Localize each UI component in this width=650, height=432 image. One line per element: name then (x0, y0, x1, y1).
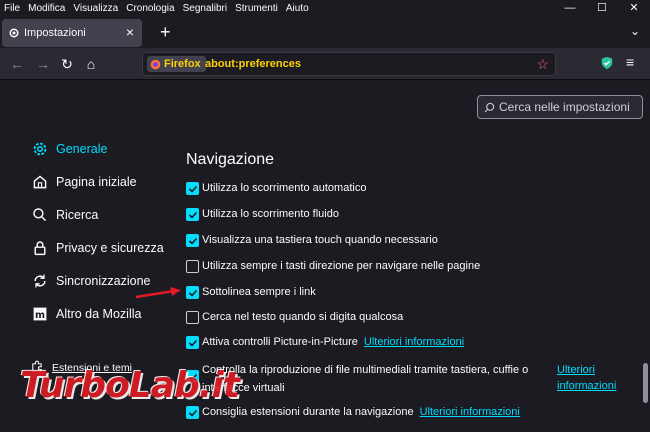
identity-box[interactable]: Firefox (147, 56, 206, 72)
shield-icon[interactable] (600, 56, 614, 70)
sidebar-item-pagina-iniziale[interactable]: Pagina iniziale (30, 170, 137, 194)
new-tab-icon[interactable]: + (160, 23, 171, 41)
option-sottolinea-link[interactable]: Sottolinea sempre i link (186, 285, 316, 300)
lock-icon (30, 238, 50, 258)
menu-file[interactable]: File (4, 3, 20, 14)
option-tasti-direzione[interactable]: Utilizza sempre i tasti direzione per na… (186, 259, 480, 274)
watermark-logo: TurboLab.it (20, 365, 240, 406)
checkbox[interactable] (186, 208, 199, 221)
firefox-icon (150, 59, 161, 69)
sidebar-item-label: Generale (56, 142, 108, 156)
gear-icon (30, 139, 50, 159)
option-label: Utilizza lo scorrimento automatico (202, 182, 367, 194)
url-bar[interactable]: Firefox about:preferences ☆ (142, 52, 556, 76)
checkbox[interactable] (186, 286, 199, 299)
tab-label: Impostazioni (24, 27, 86, 39)
sidebar-item-ricerca[interactable]: Ricerca (30, 203, 98, 227)
sidebar-item-sincronizzazione[interactable]: Sincronizzazione (30, 269, 151, 293)
option-label: Cerca nel testo quando si digita qualcos… (202, 311, 404, 323)
forward-icon[interactable]: → (32, 53, 54, 75)
sidebar-item-label: Altro da Mozilla (56, 307, 142, 321)
sidebar-item-label: Ricerca (56, 208, 99, 222)
close-icon[interactable]: × (126, 24, 134, 40)
chevron-down-icon[interactable]: ⌄ (630, 24, 640, 38)
sidebar-item-privacy[interactable]: Privacy e sicurezza (30, 236, 164, 260)
reload-icon[interactable]: ↻ (56, 53, 78, 75)
menu-icon[interactable]: ≡ (626, 54, 634, 70)
option-picture-in-picture[interactable]: Attiva controlli Picture-in-Picture Ulte… (186, 335, 464, 350)
tab-impostazioni[interactable]: Impostazioni × (2, 19, 142, 47)
menu-aiuto[interactable]: Aiuto (286, 3, 309, 14)
option-label: Utilizza lo scorrimento fluido (202, 208, 339, 220)
section-title: Navigazione (186, 151, 275, 168)
more-info-link[interactable]: Ulteriori informazioni (364, 335, 464, 350)
back-icon[interactable]: ← (6, 53, 28, 75)
checkbox[interactable] (186, 182, 199, 195)
home-icon[interactable]: ⌂ (80, 53, 102, 75)
checkbox[interactable] (186, 406, 199, 419)
option-label: Consiglia estensioni durante la navigazi… (202, 406, 414, 418)
window-controls: — ☐ ✕ (554, 0, 650, 16)
menu-cronologia[interactable]: Cronologia (126, 3, 174, 14)
checkbox[interactable] (186, 260, 199, 273)
option-controlla-riproduzione[interactable]: Controlla la riproduzione di file multim… (186, 361, 546, 397)
home-icon (30, 172, 50, 192)
option-scorrimento-fluido[interactable]: Utilizza lo scorrimento fluido (186, 207, 339, 222)
option-cerca-nel-testo[interactable]: Cerca nel testo quando si digita qualcos… (186, 310, 403, 325)
arrow-annotation-icon (135, 287, 181, 299)
option-consiglia-estensioni[interactable]: Consiglia estensioni durante la navigazi… (186, 405, 520, 420)
search-icon (484, 102, 495, 112)
preferences-page: Cerca nelle impostazioni Generale Pagina… (0, 81, 650, 432)
sidebar-item-label: Privacy e sicurezza (56, 241, 164, 255)
gear-icon (9, 28, 19, 38)
sync-icon (30, 271, 50, 291)
minimize-icon[interactable]: — (554, 0, 586, 16)
menu-bar: File Modifica Visualizza Cronologia Segn… (0, 0, 650, 16)
option-label: Attiva controlli Picture-in-Picture (202, 336, 358, 348)
menu-strumenti[interactable]: Strumenti (235, 3, 278, 14)
nav-bar: ← → ↻ ⌂ Firefox about:preferences ☆ ≡ (0, 48, 650, 80)
sidebar-item-altro-mozilla[interactable]: m Altro da Mozilla (30, 302, 141, 326)
browser-brand: Firefox (164, 58, 201, 70)
option-tastiera-touch[interactable]: Visualizza una tastiera touch quando nec… (186, 233, 438, 248)
option-label: Sottolinea sempre i link (202, 286, 316, 298)
search-input[interactable]: Cerca nelle impostazioni (477, 95, 643, 119)
menu-visualizza[interactable]: Visualizza (73, 3, 118, 14)
search-icon (30, 205, 50, 225)
mozilla-icon: m (30, 304, 50, 324)
checkbox[interactable] (186, 336, 199, 349)
option-scorrimento-automatico[interactable]: Utilizza lo scorrimento automatico (186, 181, 366, 196)
checkbox[interactable] (186, 311, 199, 324)
more-info-link[interactable]: Ulteriori informazioni (557, 362, 627, 394)
option-label: Utilizza sempre i tasti direzione per na… (202, 260, 481, 272)
menu-segnalibri[interactable]: Segnalibri (183, 3, 227, 14)
option-label: Visualizza una tastiera touch quando nec… (202, 234, 438, 246)
option-label: Controlla la riproduzione di file multim… (202, 364, 529, 394)
checkbox[interactable] (186, 234, 199, 247)
menu-modifica[interactable]: Modifica (28, 3, 65, 14)
maximize-icon[interactable]: ☐ (586, 0, 618, 16)
url-text[interactable]: about:preferences (205, 58, 301, 70)
tab-strip: Impostazioni × + ⌄ (0, 16, 650, 48)
search-placeholder: Cerca nelle impostazioni (499, 100, 630, 114)
bookmark-star-icon[interactable]: ☆ (536, 56, 549, 72)
scrollbar[interactable] (643, 363, 648, 403)
svg-text:m: m (35, 310, 45, 321)
sidebar-item-label: Pagina iniziale (56, 175, 137, 189)
more-info-link[interactable]: Ulteriori informazioni (420, 405, 520, 420)
sidebar-item-generale[interactable]: Generale (30, 137, 107, 161)
close-window-icon[interactable]: ✕ (618, 0, 650, 16)
